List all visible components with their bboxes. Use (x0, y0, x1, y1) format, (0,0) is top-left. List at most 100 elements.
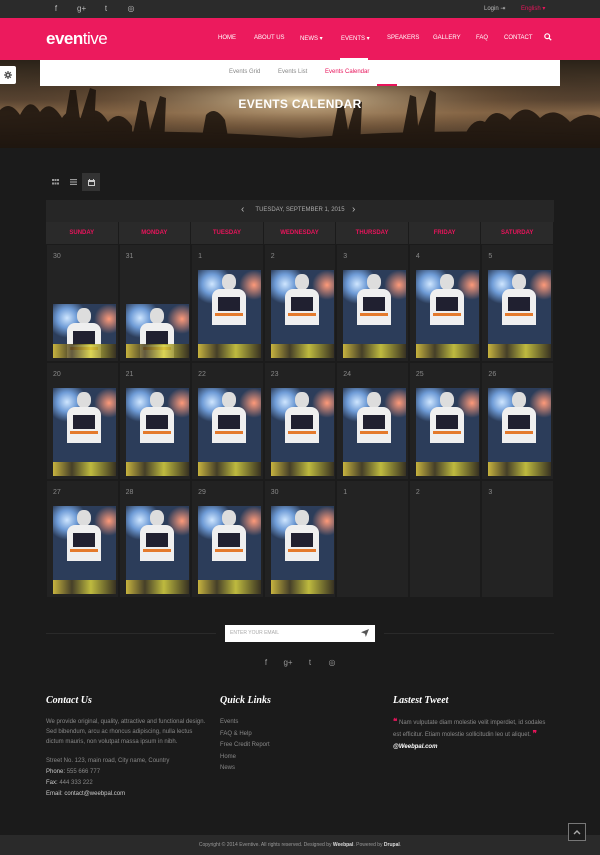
calendar-day-cell[interactable]: 28 (118, 480, 192, 598)
nav-home[interactable]: HOME (218, 35, 236, 41)
event-thumbnail[interactable] (198, 270, 262, 358)
login-link[interactable]: Login ⇥ (484, 5, 505, 12)
event-thumbnail[interactable] (270, 388, 334, 476)
footer-instagram-icon[interactable]: ◎ (327, 658, 337, 667)
subnav-events-calendar[interactable]: Events Calendar (325, 69, 369, 75)
twitter-icon[interactable]: t (102, 4, 110, 14)
calendar-day-cell[interactable]: 3 (481, 480, 554, 598)
nav-about-us[interactable]: ABOUT US (254, 35, 285, 41)
quick-link-events[interactable]: Events (220, 717, 370, 729)
nav-speakers[interactable]: SPEAKERS (387, 35, 419, 41)
send-icon[interactable] (361, 629, 369, 637)
shirt-print (508, 297, 531, 311)
event-thumbnail[interactable] (53, 506, 116, 594)
footer-google-plus-icon[interactable]: g+ (283, 658, 293, 667)
calendar-day-cell[interactable]: 27 (46, 480, 119, 598)
calendar-day-cell[interactable]: 1 (336, 480, 409, 598)
events-subnav: Events Grid Events List Events Calendar (40, 60, 560, 86)
calendar-day-cell[interactable]: 22 (191, 362, 264, 480)
event-thumbnail[interactable] (53, 388, 116, 476)
calendar-day-cell[interactable]: 3 (336, 244, 409, 362)
instagram-icon[interactable]: ◎ (127, 4, 135, 14)
calendar-day-cell[interactable]: 5 (481, 244, 554, 362)
calendar-day-cell[interactable]: 2 (408, 480, 482, 598)
tweet-handle[interactable]: @Weebpal.com (393, 742, 553, 753)
copyright-prefix: Copyright © 2014 Eventive. All rights re… (198, 842, 332, 848)
calendar-grid: 30 31 1 2 3 4 5 20 21 22 23 24 25 26 27 28 29 30 1 2 3 (46, 244, 554, 598)
nav-gallery[interactable]: GALLERY (433, 35, 461, 41)
email-input[interactable]: ENTER YOUR EMAIL (230, 630, 279, 636)
settings-toggle[interactable] (0, 66, 16, 84)
calendar-day-cell[interactable]: 24 (336, 362, 409, 480)
nav-events[interactable]: EVENTS ▾ (341, 35, 370, 42)
event-thumbnail[interactable] (270, 506, 334, 594)
calendar-day-cell[interactable]: 30 (46, 244, 119, 362)
day-number: 30 (53, 253, 61, 260)
list-view-button[interactable] (64, 173, 82, 191)
calendar-view-button[interactable] (82, 173, 100, 191)
event-thumbnail[interactable] (198, 388, 262, 476)
back-to-top-button[interactable] (568, 823, 586, 841)
event-thumbnail[interactable] (125, 388, 189, 476)
calendar-day-cell[interactable]: 31 (118, 244, 192, 362)
calendar-day-cell[interactable]: 30 (263, 480, 337, 598)
list-icon (69, 179, 77, 185)
event-thumbnail[interactable] (488, 270, 552, 358)
day-number: 3 (488, 489, 493, 496)
platform-link[interactable]: Drupal (384, 842, 400, 848)
event-thumbnail[interactable] (415, 270, 479, 358)
language-select[interactable]: English ▾ (521, 5, 545, 12)
search-icon[interactable] (544, 33, 552, 41)
email-link[interactable]: contact@weebpal.com (64, 791, 125, 797)
nav-contact[interactable]: CONTACT (504, 35, 533, 41)
day-number: 21 (125, 371, 134, 378)
shirt-stripe (215, 549, 244, 552)
crowd-lights (270, 580, 334, 594)
event-thumbnail[interactable] (125, 304, 189, 358)
footer-social-links: f g+ t ◎ (0, 658, 600, 668)
event-thumbnail[interactable] (415, 388, 479, 476)
subnav-events-grid[interactable]: Events Grid (229, 69, 260, 75)
calendar-day-cell[interactable]: 25 (408, 362, 482, 480)
designer-link[interactable]: Weebpal (333, 842, 353, 848)
calendar-day-cell[interactable]: 4 (408, 244, 482, 362)
google-plus-icon[interactable]: g+ (77, 4, 86, 14)
quick-link-credit-report[interactable]: Free Credit Report (220, 740, 370, 752)
quick-link-faq[interactable]: FAQ & Help (220, 729, 370, 741)
grid-view-button[interactable] (46, 173, 64, 191)
calendar-day-cell[interactable]: 20 (46, 362, 119, 480)
event-thumbnail[interactable] (198, 506, 262, 594)
subnav-events-list[interactable]: Events List (278, 69, 307, 75)
footer-twitter-icon[interactable]: t (305, 658, 315, 667)
facebook-icon[interactable]: f (52, 4, 60, 14)
footer-facebook-icon[interactable]: f (261, 658, 271, 667)
calendar-day-cell[interactable]: 26 (481, 362, 554, 480)
crowd-lights (198, 580, 262, 594)
nav-faq[interactable]: FAQ (476, 35, 488, 41)
calendar-day-cell[interactable]: 1 (191, 244, 264, 362)
performer-shirt (284, 525, 319, 561)
day-number: 29 (198, 489, 206, 496)
performer-head (149, 392, 164, 408)
events-calendar: ‹ TUESDAY, SEPTEMBER 1, 2015 › SUNDAY MON… (46, 200, 554, 598)
calendar-day-cell[interactable]: 21 (118, 362, 192, 480)
event-thumbnail[interactable] (343, 388, 407, 476)
event-thumbnail[interactable] (53, 304, 116, 358)
event-thumbnail[interactable] (488, 388, 552, 476)
tweet-text: Nam vulputate diam molestie velit imperd… (393, 720, 546, 738)
performer-shirt (357, 289, 392, 325)
event-thumbnail[interactable] (125, 506, 189, 594)
day-number: 30 (270, 489, 279, 496)
shirt-stripe (360, 313, 389, 316)
event-thumbnail[interactable] (343, 270, 407, 358)
next-month-button[interactable]: › (352, 204, 355, 215)
calendar-day-cell[interactable]: 23 (263, 362, 337, 480)
calendar-day-cell[interactable]: 2 (263, 244, 337, 362)
close-quote-icon: ❞ (532, 728, 537, 738)
calendar-day-cell[interactable]: 29 (191, 480, 264, 598)
event-thumbnail[interactable] (270, 270, 334, 358)
shirt-print (145, 415, 168, 429)
nav-news[interactable]: NEWS ▾ (300, 35, 323, 42)
quick-link-news[interactable]: News (220, 763, 370, 775)
quick-link-home[interactable]: Home (220, 752, 370, 764)
